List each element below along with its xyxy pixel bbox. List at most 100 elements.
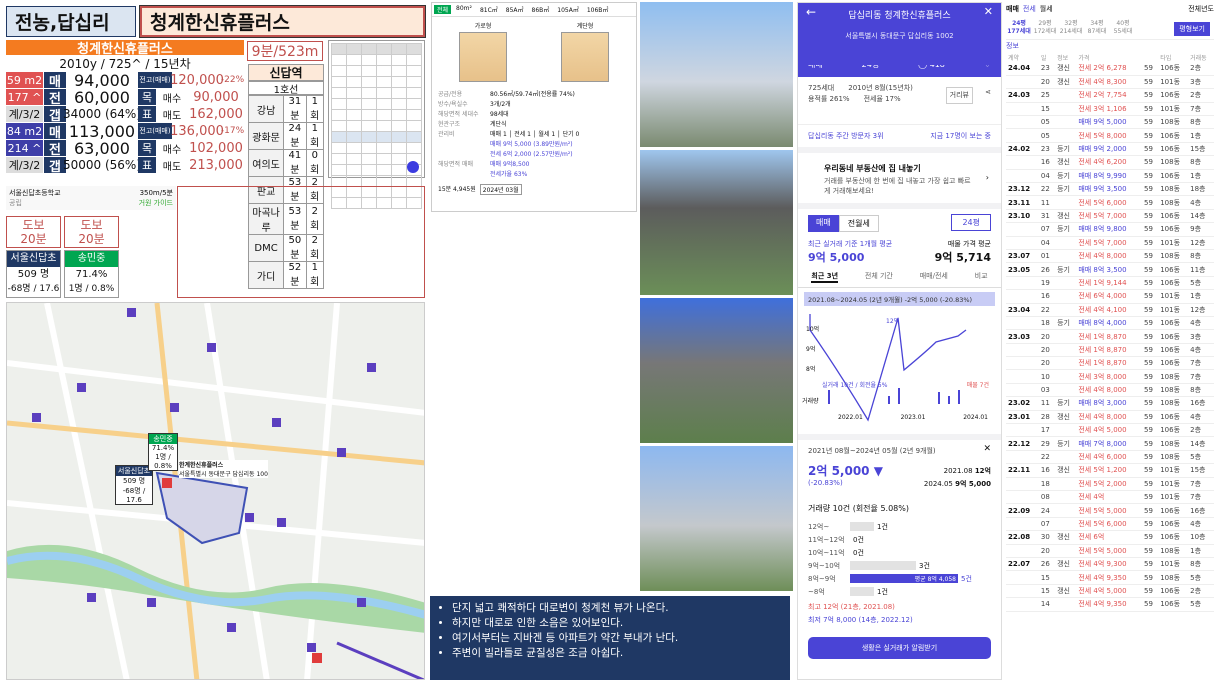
- tx-row[interactable]: 22.07 26 갱신 전세 4억 9,300 59 101동 8층: [1006, 557, 1214, 571]
- tx-row[interactable]: 23.05 26 등기 매매 8억 3,500 59 106동 11층: [1006, 263, 1214, 277]
- year-filter[interactable]: 전체년도: [1188, 4, 1214, 14]
- tx-row[interactable]: 04 등기 매매 8억 9,990 59 106동 1층: [1006, 169, 1214, 183]
- size-view-button[interactable]: 평형보기: [1174, 22, 1210, 36]
- tx-row[interactable]: 07 전세 5억 6,000 59 106동 4층: [1006, 517, 1214, 531]
- tx-row[interactable]: 15 전세 3억 1,106 59 101동 7층: [1006, 102, 1214, 116]
- photo-1: [640, 2, 793, 147]
- tx-row[interactable]: 23.07 01 전세 4억 8,000 59 108동 8층: [1006, 249, 1214, 263]
- tx-row[interactable]: 22.08 30 갱신 전세 6억 59 106동 10층: [1006, 531, 1214, 545]
- share-icon[interactable]: ⋖: [985, 87, 991, 98]
- map-view[interactable]: 서울신답초 509 명 -68명 / 17.6 송민중 71.4% 1명 / 0.8% …: [6, 302, 425, 680]
- tx-row[interactable]: 23.10 31 갱신 전세 5억 7,000 59 106동 14층: [1006, 209, 1214, 223]
- promo-card[interactable]: 우리동네 부동산에 집 내놓기 거래를 부동산에 한 번에 집 내놓고 가장 쉽…: [798, 153, 1001, 209]
- tab-rent[interactable]: 전월세: [838, 215, 879, 232]
- tx-row[interactable]: 20 전세 1억 8,870 59 106동 7층: [1006, 357, 1214, 370]
- tx-cell: 106동: [1160, 131, 1181, 140]
- tx-row[interactable]: 23.11 11 전세 5억 6,000 59 108동 4층: [1006, 196, 1214, 210]
- thumb-cell: [346, 76, 362, 88]
- tx-row[interactable]: 10 전세 3억 8,000 59 108동 7층: [1006, 370, 1214, 384]
- floor-plan-panel: 전체 80m² 81C㎡ 85A㎡ 86B㎡ 105A㎡ 106B㎡ 가로형 계단형 공급/…: [431, 2, 637, 212]
- tx-row[interactable]: 18 전세 5억 2,000 59 101동 7층: [1006, 477, 1214, 491]
- tx-row[interactable]: 22 전세 4억 6,000 59 108동 5층: [1006, 450, 1214, 464]
- tx-row[interactable]: 08 전세 4억 59 101동 7층: [1006, 491, 1214, 504]
- plan-tab-4[interactable]: 86B㎡: [529, 5, 553, 14]
- thumb-row: [331, 87, 422, 99]
- tx-row[interactable]: 20 전세 1억 8,870 59 106동 4층: [1006, 343, 1214, 357]
- period-tab-0[interactable]: 최근 3년: [811, 271, 839, 283]
- tx-row[interactable]: 19 전세 1억 9,144 59 106동 5층: [1006, 276, 1214, 290]
- tx-row[interactable]: 16 전세 6억 4,000 59 101동 1층: [1006, 290, 1214, 304]
- tx-row[interactable]: 23.12 22 등기 매매 9억 3,500 59 108동 18층: [1006, 183, 1214, 196]
- tx-row[interactable]: 15 갱신 전세 4억 5,000 59 106동 2층: [1006, 584, 1214, 598]
- tx-row[interactable]: 18 등기 매매 8억 4,000 59 106동 4층: [1006, 316, 1214, 330]
- tx-row[interactable]: 23.04 22 전세 4억 4,100 59 101동 12층: [1006, 303, 1214, 317]
- plan-tab-0[interactable]: 전체: [434, 5, 452, 14]
- tx-cell: 전세 1억 8,870: [1078, 359, 1127, 368]
- tx-cell: 106동: [1160, 412, 1181, 421]
- tx-row[interactable]: 05 전세 5억 8,000 59 106동 1층: [1006, 129, 1214, 143]
- size-tab-1[interactable]: 29평 172세대: [1032, 20, 1058, 36]
- tx-row[interactable]: 07 등기 매매 8억 9,800 59 106동 9층: [1006, 223, 1214, 237]
- tx-row[interactable]: 20 갱신 전세 4억 8,300 59 101동 3층: [1006, 75, 1214, 89]
- tx-cell: 59: [1143, 546, 1153, 555]
- tx-cell: 22.07: [1008, 560, 1031, 569]
- tx-row[interactable]: 14 전세 4억 9,350 59 106동 5층: [1006, 598, 1214, 612]
- plan-tab-1[interactable]: 80m²: [453, 5, 475, 14]
- size-dropdown[interactable]: 24평: [951, 214, 991, 231]
- tx-row[interactable]: 23.03 20 전세 1억 8,870 59 106동 3층: [1006, 330, 1214, 344]
- tx-row[interactable]: 22.11 16 갱신 전세 5억 1,200 59 101동 15층: [1006, 464, 1214, 478]
- thumb-cell: [406, 98, 422, 110]
- street-view-button[interactable]: 거리뷰: [945, 87, 973, 104]
- visitor-link[interactable]: 지금 17명이 보는 중: [930, 131, 991, 141]
- tx-row[interactable]: 03 전세 4억 8,000 59 108동 8층: [1006, 383, 1214, 397]
- back-arrow-icon[interactable]: ←: [806, 5, 816, 19]
- min-price: 최저 7억 8,000 (14층, 2022.12): [808, 616, 913, 624]
- size-tab-3[interactable]: 34평 87세대: [1084, 20, 1110, 36]
- plan-tab-2[interactable]: 81C㎡: [477, 5, 501, 14]
- period-tab-1[interactable]: 전체 기간: [865, 271, 893, 283]
- tx-cell: [1055, 383, 1076, 396]
- thumb-cell: [331, 54, 347, 66]
- tx-row[interactable]: 05 매매 9억 5,000 59 108동 8층: [1006, 116, 1214, 129]
- tx-cell: 매매 9억 5,000: [1078, 118, 1127, 127]
- tx-row[interactable]: 22.12 29 등기 매매 7억 8,000 59 108동 14층: [1006, 437, 1214, 451]
- plan-footer-date[interactable]: 2024년 03월: [479, 184, 522, 195]
- size-tab-4[interactable]: 40평 55세대: [1110, 20, 1136, 36]
- alert-cta-button[interactable]: 생활은 실거래가 알림받기: [808, 637, 991, 659]
- high-pct: -17%: [220, 126, 245, 136]
- peak-label: 12억: [886, 318, 900, 325]
- tx-row[interactable]: 24.02 23 등기 매매 9억 2,000 59 106동 15층: [1006, 142, 1214, 156]
- close-icon[interactable]: ✕: [983, 444, 991, 454]
- tx-tab-sale[interactable]: 매매: [1006, 4, 1019, 14]
- plan-tab-3[interactable]: 85A㎡: [503, 5, 527, 14]
- plan-tab-6[interactable]: 106B㎡: [584, 5, 612, 14]
- tx-tab-jeonse[interactable]: 전세: [1023, 4, 1036, 14]
- tx-row[interactable]: 17 전세 4억 5,000 59 106동 2층: [1006, 424, 1214, 437]
- tx-cell: 23.05: [1008, 265, 1031, 274]
- tab-sale[interactable]: 매매: [808, 215, 839, 232]
- tx-row[interactable]: 23.01 28 갱신 전세 4억 8,000 59 106동 4층: [1006, 410, 1214, 424]
- period-tab-2[interactable]: 매매/전세: [920, 271, 948, 283]
- size-tab-2[interactable]: 32평 214세대: [1058, 20, 1084, 36]
- close-icon[interactable]: ✕: [984, 5, 993, 18]
- tx-row[interactable]: 16 갱신 전세 4억 6,200 59 108동 8층: [1006, 156, 1214, 170]
- period-tab-3[interactable]: 비교: [975, 271, 988, 283]
- tx-cell: 59: [1143, 386, 1153, 395]
- plan-tab-5[interactable]: 105A㎡: [554, 5, 582, 14]
- tx-tab-monthly[interactable]: 월세: [1040, 4, 1053, 14]
- tx-row[interactable]: 24.03 25 전세 2억 7,754 59 106동 2층: [1006, 89, 1214, 103]
- thumb-cell: [391, 153, 407, 165]
- plan-spec-row: 공급/전용 80.56㎡/59.74㎡(전용률 74%): [438, 90, 575, 98]
- tx-cell: [1006, 357, 1039, 370]
- tx-row[interactable]: 23.02 11 등기 매매 8억 3,000 59 108동 16층: [1006, 397, 1214, 411]
- tx-row[interactable]: 04 전세 5억 7,000 59 101동 12층: [1006, 236, 1214, 250]
- size-tab-0[interactable]: 24평 177세대: [1006, 20, 1032, 36]
- school-stats-2: 송민중 71.4% 1명 / 0.8%: [64, 250, 119, 298]
- tx-row[interactable]: 20 전세 5억 5,000 59 108동 1층: [1006, 544, 1214, 558]
- tx-row[interactable]: 22.09 24 전세 5억 5,000 59 106동 16층: [1006, 504, 1214, 518]
- tx-cell: [1055, 89, 1076, 102]
- tx-row[interactable]: 15 전세 4억 9,350 59 108동 5층: [1006, 571, 1214, 585]
- price-chart: 2021.08~2024.05 (2년 9개월) -2억 5,000 (-20.…: [798, 292, 1001, 434]
- tx-cell: 26: [1040, 560, 1050, 569]
- tx-row[interactable]: 24.04 23 갱신 전세 2억 6,278 59 106동 2층: [1006, 62, 1214, 76]
